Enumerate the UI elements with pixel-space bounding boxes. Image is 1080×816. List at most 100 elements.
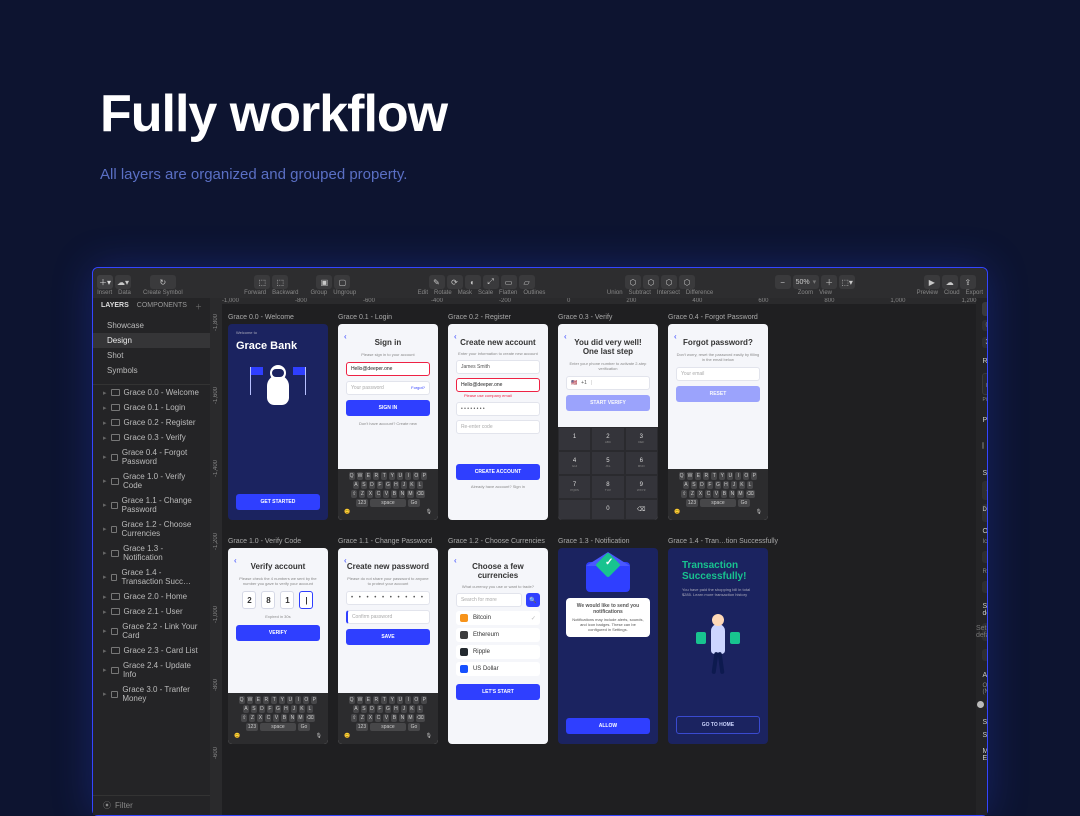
page-item[interactable]: Symbols [93, 363, 210, 378]
email-field[interactable]: Your email [676, 367, 760, 381]
password-field[interactable]: • • • • • • • • • • [346, 591, 430, 605]
zoom-value[interactable]: 50%▾ [793, 275, 820, 289]
currency-item[interactable]: Bitcoin✓ [456, 611, 540, 625]
artboard[interactable]: Grace 0.4 - Forgot Password ‹ Forgot pas… [668, 314, 768, 520]
layer-item[interactable]: ▸Grace 1.0 - Verify Code [93, 469, 210, 493]
confirm-field[interactable]: Confirm password [346, 610, 430, 624]
artboard[interactable]: Grace 1.1 - Change Password ‹ Create new… [338, 538, 438, 744]
back-icon[interactable]: ‹ [674, 332, 677, 341]
layer-item[interactable]: ▸Grace 2.0 - Home [93, 589, 210, 604]
main-select[interactable]: Main/16⌄ [982, 649, 987, 661]
layer-item[interactable]: ▸Grace 2.3 - Card List [93, 643, 210, 658]
zoom-in-button[interactable]: ＋ [821, 275, 837, 289]
get-started-button[interactable]: GET STARTED [236, 494, 320, 510]
keyboard[interactable]: QWERTYUIOPASDFGHJKL⇧ZXCVBNM⌫123spaceGo😊🎙 [228, 693, 328, 744]
save-button[interactable]: SAVE [346, 629, 430, 645]
outlines-button[interactable]: ▱ [519, 275, 535, 289]
back-icon[interactable]: ‹ [344, 556, 347, 565]
keyboard[interactable]: QWERTYUIOPASDFGHJKL⇧ZXCVBNM⌫123spaceGo😊🎙 [338, 469, 438, 520]
artboard[interactable]: Grace 1.2 - Choose Currencies ‹ Choose a… [448, 538, 548, 744]
edit-button[interactable]: ✎ [429, 275, 445, 289]
layer-item[interactable]: ▸Grace 1.3 - Notification [93, 541, 210, 565]
keyboard[interactable]: QWERTYUIOPASDFGHJKL⇧ZXCVBNM⌫123spaceGo😊🎙 [668, 469, 768, 520]
artboard[interactable]: Grace 1.4 - Tran…tion Successfully Trans… [668, 538, 778, 744]
allow-button[interactable]: ALLOW [566, 718, 650, 734]
page-item[interactable]: Shot [93, 348, 210, 363]
difference-button[interactable]: ⬡ [679, 275, 695, 289]
rotate-button[interactable]: ⟳ [447, 275, 463, 289]
artboard[interactable]: Grace 0.1 - Login ‹ Sign in Please sign … [338, 314, 438, 520]
intersect-button[interactable]: ⬡ [661, 275, 677, 289]
union-button[interactable]: ⬡ [625, 275, 641, 289]
back-icon[interactable]: ‹ [454, 556, 457, 565]
artboard[interactable]: Grace 0.2 - Register ‹ Create new accoun… [448, 314, 548, 520]
view-button[interactable]: ⬚▾ [839, 275, 855, 289]
confirm-field[interactable]: Re-enter code [456, 420, 540, 434]
layer-item[interactable]: ▸Grace 0.4 - Forgot Password [93, 445, 210, 469]
layer-item[interactable]: ▸Grace 0.2 - Register [93, 415, 210, 430]
search-icon[interactable]: 🔍 [526, 593, 540, 607]
zoom-out-button[interactable]: − [775, 275, 791, 289]
layer-item[interactable]: ▸Grace 2.2 - Link Your Card [93, 619, 210, 643]
align-left-button[interactable]: ▏ [982, 302, 987, 316]
lets-start-button[interactable]: LET'S START [456, 684, 540, 700]
layer-item[interactable]: ▸Grace 0.3 - Verify [93, 430, 210, 445]
subtract-button[interactable]: ⬡ [643, 275, 659, 289]
backward-button[interactable]: ⬚ [272, 275, 288, 289]
numpad[interactable]: 12ABC3DEF4GHI5JKL6MNO7PQRS8TUV9WXYZ0⌫ [558, 427, 658, 520]
go-home-button[interactable]: GO TO HOME [676, 716, 760, 734]
canvas-area[interactable]: -1,000-800-600-400-20002004006008001,000… [210, 298, 977, 815]
mask-button[interactable]: ◐ [465, 275, 481, 289]
artboard[interactable]: Grace 0.3 - Verify ‹ You did very well! … [558, 314, 658, 520]
page-item[interactable]: Design [93, 333, 210, 348]
insert-button[interactable]: ＋▾ [97, 275, 113, 289]
artboard[interactable]: Grace 1.0 - Verify Code ‹ Verify account… [228, 538, 328, 744]
artboard[interactable]: Grace 1.3 - Notification We would like t… [558, 538, 658, 744]
x-input[interactable]: 0X [982, 320, 987, 331]
layer-item[interactable]: ▸Grace 3.0 - Tranfer Money [93, 682, 210, 706]
data-button[interactable]: ☁▾ [115, 275, 131, 289]
layer-item[interactable]: ▸Grace 0.0 - Welcome [93, 385, 210, 400]
group-button[interactable]: ▣ [316, 275, 332, 289]
back-icon[interactable]: ‹ [234, 556, 237, 565]
export-button[interactable]: ⇪ [960, 275, 976, 289]
password-field[interactable]: • • • • • • • • [456, 402, 540, 416]
create-account-button[interactable]: CREATE ACCOUNT [456, 464, 540, 480]
override-bg-select[interactable]: Background⌄ [982, 581, 987, 593]
start-verify-button[interactable]: START VERIFY [566, 395, 650, 411]
keyboard[interactable]: QWERTYUIOPASDFGHJKL⇧ZXCVBNM⌫123spaceGo😊🎙 [338, 693, 438, 744]
filter-input[interactable]: ⦿ Filter [93, 795, 210, 815]
canvas[interactable]: Grace 0.0 - Welcome Welcome to Grace Ban… [222, 304, 977, 815]
layer-item[interactable]: ▸Grace 0.1 - Login [93, 400, 210, 415]
reset-button[interactable]: RESET [676, 386, 760, 402]
search-input[interactable]: Search for more [456, 593, 522, 607]
currency-item[interactable]: US Dollar [456, 662, 540, 676]
layer-item[interactable]: ▸Grace 1.2 - Choose Currencies [93, 517, 210, 541]
verify-button[interactable]: VERIFY [236, 625, 320, 641]
layer-item[interactable]: ▸Grace 2.1 - User [93, 604, 210, 619]
layer-item[interactable]: ▸Grace 2.4 - Update Info [93, 658, 210, 682]
create-symbol-button[interactable]: ↻ [150, 275, 176, 289]
override-icon-select[interactable]: Icons/Uncheck⌄ [982, 551, 987, 563]
components-tab[interactable]: COMPONENTS [137, 302, 187, 312]
flatten-button[interactable]: ▭ [501, 275, 517, 289]
forward-button[interactable]: ⬚ [254, 275, 270, 289]
email-field[interactable]: Hello@deeper.one [456, 378, 540, 392]
cloud-button[interactable]: ☁ [942, 275, 958, 289]
phone-field[interactable]: 🇺🇸 +1| [566, 376, 650, 390]
w-input[interactable]: 375W [982, 337, 987, 348]
scale-button[interactable]: ⤢ [483, 275, 499, 289]
layers-tab[interactable]: LAYERS [101, 302, 129, 312]
layer-item[interactable]: ▸Grace 1.1 - Change Password [93, 493, 210, 517]
currency-item[interactable]: Ethereum [456, 628, 540, 642]
pin-to-edge[interactable]: Pin to Edge [982, 373, 987, 403]
symbol-select[interactable]: — CheckButtons/ ⌄ [982, 481, 987, 500]
set-default-button[interactable]: Set as default [982, 623, 987, 641]
name-field[interactable]: James Smith [456, 360, 540, 374]
artboard[interactable]: Grace 0.0 - Welcome Welcome to Grace Ban… [228, 314, 328, 520]
currency-item[interactable]: Ripple [456, 645, 540, 659]
preview-button[interactable]: ▶ [924, 275, 940, 289]
page-item[interactable]: Showcase [93, 318, 210, 333]
back-icon[interactable]: ‹ [344, 332, 347, 341]
email-field[interactable]: Hello@deeper.one [346, 362, 430, 376]
